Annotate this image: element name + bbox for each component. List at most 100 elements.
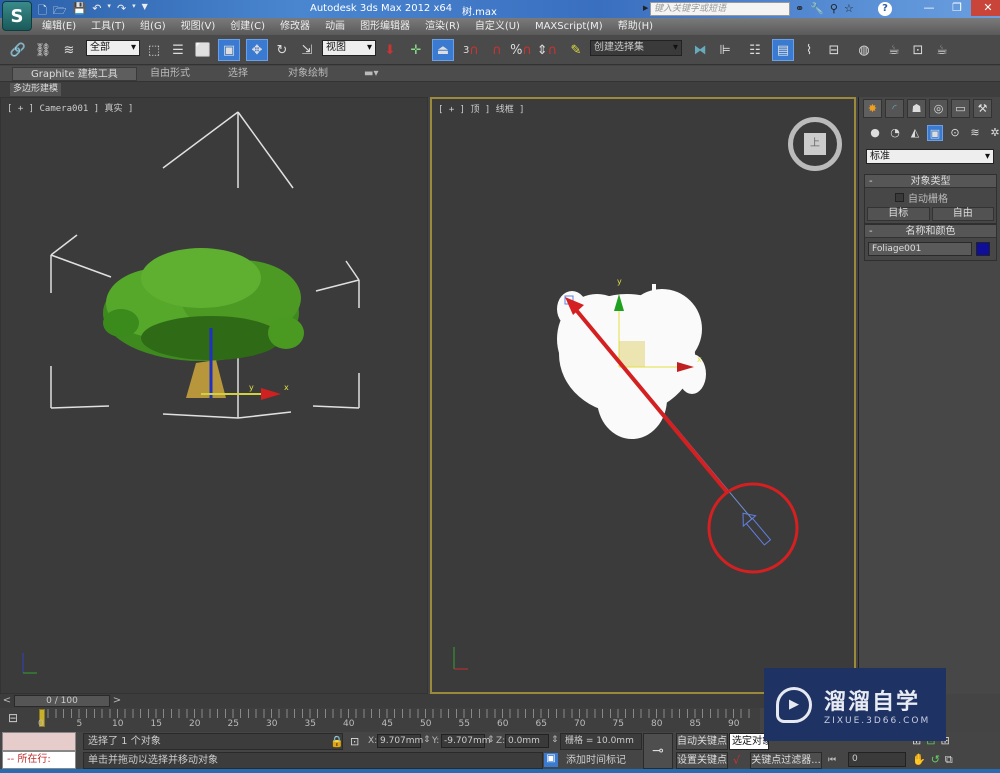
select-by-name-icon[interactable]: ☰ — [168, 39, 188, 61]
menu-animation[interactable]: 动画 — [325, 18, 345, 35]
object-color-swatch[interactable] — [976, 242, 990, 256]
maxscript-line[interactable]: -- 所在行: — [2, 751, 76, 769]
selection-filter-dropdown[interactable]: 全部 — [86, 40, 140, 56]
selection-set-dropdown[interactable]: 选定对象 — [729, 733, 769, 750]
ribbon-tab-graphite[interactable]: Graphite 建模工具 — [12, 67, 137, 81]
help-button[interactable]: ? — [878, 2, 892, 16]
select-object-icon[interactable]: ⬚ — [144, 39, 164, 61]
auto-key-button[interactable]: 自动关键点 — [676, 733, 728, 750]
maximize-button[interactable]: ❐ — [943, 0, 971, 16]
ribbon-options-icon[interactable]: ▬▾ — [364, 67, 378, 81]
favorites-star-icon[interactable]: ☆ — [844, 2, 854, 15]
pan-icon[interactable]: ✋ — [912, 753, 926, 767]
key-curve-icon[interactable]: √ — [733, 754, 740, 767]
z-spinner-icon[interactable]: ⇕ — [551, 735, 559, 745]
layer-manager-icon[interactable]: ☷ — [745, 39, 765, 61]
unlink-icon[interactable]: ⛓ — [33, 39, 53, 61]
binoculars-icon[interactable]: ⚭ — [795, 2, 804, 15]
window-crossing-icon[interactable]: ▣ — [218, 39, 240, 61]
top-viewport[interactable]: [ + ] 顶 ] 线框 ] 上 y x — [430, 97, 856, 694]
modify-tab-icon[interactable]: ◜ — [885, 99, 904, 118]
key-filters-button[interactable]: 关键点过滤器... — [750, 752, 822, 769]
maxscript-listener[interactable] — [2, 732, 76, 751]
x-spinner-icon[interactable]: ⇕ — [423, 735, 431, 745]
y-coordinate-field[interactable]: -9.707mm — [441, 734, 491, 748]
shapes-icon[interactable]: ◔ — [887, 125, 903, 141]
menu-graph-editors[interactable]: 图形编辑器 — [360, 18, 410, 35]
add-time-tag-button[interactable]: 添加时间标记 — [562, 752, 642, 769]
keyboard-shortcut-override-icon[interactable]: ⏏ — [432, 39, 454, 61]
z-coordinate-field[interactable]: 0.0mm — [505, 734, 549, 748]
material-editor-icon[interactable]: ◍ — [854, 39, 874, 61]
menu-group[interactable]: 组(G) — [140, 18, 166, 35]
curve-editor-icon[interactable]: ⌇ — [799, 39, 819, 61]
y-spinner-icon[interactable]: ⇕ — [487, 735, 495, 745]
create-tab-icon[interactable]: ✸ — [863, 99, 882, 118]
menu-create[interactable]: 创建(C) — [230, 18, 265, 35]
menu-maxscript[interactable]: MAXScript(M) — [535, 18, 603, 35]
select-manipulate-icon[interactable]: ✛ — [406, 39, 426, 61]
subscription-icon[interactable]: ⚲ — [830, 2, 838, 15]
motion-tab-icon[interactable]: ◎ — [929, 99, 948, 118]
reference-coord-dropdown[interactable]: 视图 — [322, 40, 376, 56]
cameras-icon[interactable]: ▣ — [927, 125, 943, 141]
orbit-icon[interactable]: ↺ — [931, 753, 940, 767]
menu-modifiers[interactable]: 修改器 — [280, 18, 310, 35]
menu-tools[interactable]: 工具(T) — [91, 18, 125, 35]
select-rotate-icon[interactable]: ↻ — [272, 39, 292, 61]
rendered-frame-window-icon[interactable]: ⊡ — [908, 39, 928, 61]
utilities-tab-icon[interactable]: ⚒ — [973, 99, 992, 118]
ribbon-tab-freeform[interactable]: 自由形式 — [150, 67, 190, 81]
hierarchy-tab-icon[interactable]: ☗ — [907, 99, 926, 118]
link-icon[interactable]: 🔗 — [8, 39, 28, 61]
mini-curve-editor-icon[interactable]: ⊟ — [8, 711, 18, 725]
rollout-header[interactable]: - 对象类型 — [865, 175, 996, 188]
rollout-header[interactable]: - 名称和颜色 — [865, 225, 996, 238]
set-key-button[interactable]: 设置关键点 — [676, 752, 728, 769]
tree-model[interactable] — [103, 248, 304, 398]
time-tag-icon[interactable]: ▣ — [544, 753, 558, 767]
spacewarps-icon[interactable]: ≋ — [967, 125, 983, 141]
systems-icon[interactable]: ✲ — [987, 125, 1000, 141]
pivot-center-icon[interactable]: ⬇ — [380, 39, 400, 61]
x-coordinate-field[interactable]: 9.707mm — [377, 734, 423, 748]
next-frame-button[interactable]: > — [111, 695, 123, 707]
menu-rendering[interactable]: 渲染(R) — [425, 18, 460, 35]
graphite-toggle-icon[interactable]: ▤ — [772, 39, 794, 61]
selection-lock-icon[interactable]: 🔒 — [330, 735, 344, 748]
object-category-dropdown[interactable]: 标准 — [866, 149, 994, 164]
autogrid-checkbox[interactable]: 自动栅格 — [895, 190, 996, 205]
display-tab-icon[interactable]: ▭ — [951, 99, 970, 118]
prev-frame-button[interactable]: < — [1, 695, 13, 707]
app-logo-button[interactable]: S — [2, 1, 32, 31]
geometry-icon[interactable]: ● — [867, 125, 883, 141]
minimize-button[interactable]: — — [915, 0, 943, 16]
maximize-viewport-icon[interactable]: ⧉ — [945, 753, 953, 767]
time-slider-thumb[interactable]: 0 / 100 — [14, 695, 110, 707]
lights-icon[interactable]: ◭ — [907, 125, 923, 141]
search-expand-icon[interactable]: ▶ — [643, 4, 648, 12]
render-setup-icon[interactable]: ☕ — [884, 39, 904, 61]
track-bar[interactable]: ⊟ 0 5 10 15 20 25 30 35 40 45 50 55 60 65 70 75 80 85 90 — [0, 708, 760, 732]
menu-help[interactable]: 帮助(H) — [618, 18, 653, 35]
named-selection-set-dropdown[interactable]: 创建选择集 — [590, 40, 682, 56]
close-button[interactable]: ✕ — [971, 0, 1000, 16]
percent-snap-icon[interactable]: % ∩ — [510, 39, 532, 61]
target-camera-button[interactable]: 目标 — [867, 207, 930, 221]
camera-viewport[interactable]: [ + ] Camera001 ] 真实 ] y x — [0, 97, 428, 694]
select-scale-icon[interactable]: ⇲ — [296, 39, 318, 61]
snaps-toggle-icon[interactable]: 3 ∩ — [460, 39, 482, 61]
bind-spacewarp-icon[interactable]: ≋ — [58, 39, 80, 61]
rectangle-selection-icon[interactable]: ⬜ — [192, 39, 214, 61]
frame-ruler[interactable] — [40, 709, 750, 731]
object-name-input[interactable] — [868, 242, 972, 256]
menu-views[interactable]: 视图(V) — [181, 18, 216, 35]
go-to-start-icon[interactable]: ⏮ — [828, 755, 836, 765]
set-key-icon[interactable]: ⊸ — [643, 733, 673, 769]
ribbon-tab-object-paint[interactable]: 对象绘制 — [288, 67, 328, 81]
checkbox-box[interactable] — [895, 193, 904, 202]
free-camera-button[interactable]: 自由 — [931, 207, 994, 221]
schematic-view-icon[interactable]: ⊟ — [824, 39, 844, 61]
menu-edit[interactable]: 编辑(E) — [42, 18, 76, 35]
ribbon-tab-selection[interactable]: 选择 — [228, 67, 248, 81]
